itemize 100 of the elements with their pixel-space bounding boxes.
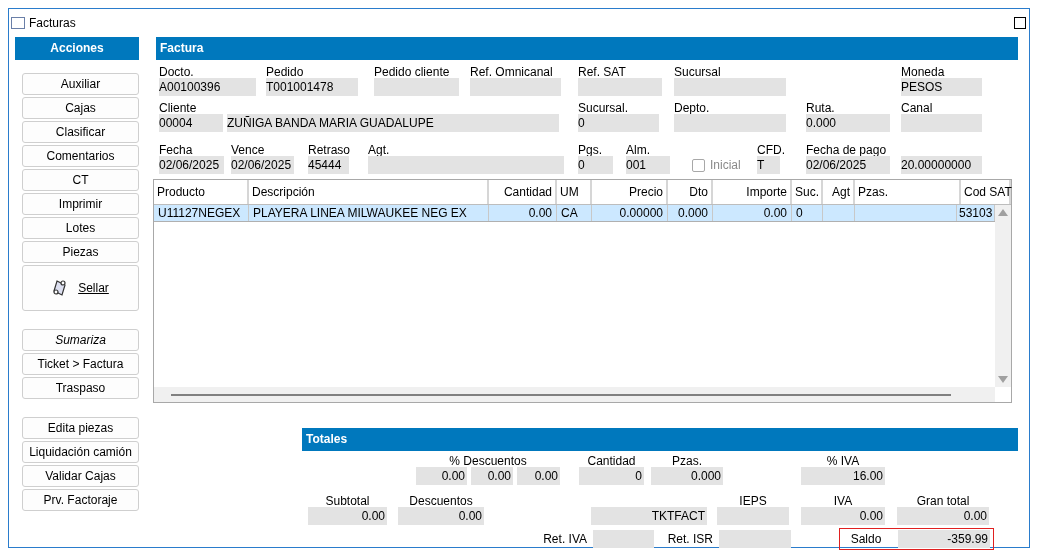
text-field[interactable]: T001001478 — [266, 78, 358, 96]
text-field[interactable]: 0 — [578, 156, 613, 174]
text-field[interactable] — [719, 530, 791, 548]
table-cell: 0 — [796, 206, 803, 220]
text-field[interactable]: 0.00 — [517, 467, 560, 485]
field-label: CFD. — [757, 143, 785, 157]
field-label: Sucursal. — [578, 101, 629, 115]
field-label: Descuentos — [409, 494, 473, 508]
text-field[interactable]: 0.000 — [806, 114, 890, 132]
action-button[interactable]: Cajas — [22, 97, 139, 119]
field-label: Pedido — [266, 65, 304, 79]
text-field[interactable] — [593, 530, 654, 548]
field-label: Retraso — [308, 143, 351, 157]
text-field[interactable]: 02/06/2025 — [231, 156, 294, 174]
action-button[interactable]: Piezas — [22, 241, 139, 263]
table-cell: CA — [561, 206, 578, 220]
field-label: Ret. IVA — [542, 532, 587, 546]
field-label: Docto. — [159, 65, 194, 79]
text-field[interactable]: ZUÑIGA BANDA MARIA GUADALUPE — [227, 114, 559, 132]
text-field[interactable]: 0 — [578, 114, 659, 132]
window-icon — [11, 17, 25, 29]
text-field[interactable] — [368, 156, 564, 174]
action-button[interactable]: Comentarios — [22, 145, 139, 167]
sellar-button[interactable]: Sellar — [22, 265, 139, 311]
field-label: % IVA — [826, 454, 860, 468]
scroll-up-icon[interactable] — [998, 209, 1008, 216]
action-button[interactable]: Auxiliar — [22, 73, 139, 95]
text-field[interactable]: 02/06/2025 — [806, 156, 890, 174]
field-label: Agt. — [368, 143, 390, 157]
field-label: % Descuentos — [449, 454, 527, 468]
field-label: Pedido cliente — [374, 65, 450, 79]
text-field[interactable] — [674, 78, 786, 96]
text-field[interactable] — [901, 114, 982, 132]
action-button[interactable]: Prv. Factoraje — [22, 489, 139, 511]
action-button[interactable]: CT — [22, 169, 139, 191]
field-label: Alm. — [626, 143, 650, 157]
field-label: IVA — [833, 494, 853, 508]
text-field[interactable]: 45444 — [308, 156, 349, 174]
scroll-down-icon[interactable] — [998, 376, 1008, 383]
text-field[interactable]: 0.00 — [471, 467, 513, 485]
text-field[interactable]: 20.00000000 — [901, 156, 982, 174]
action-button[interactable]: Lotes — [22, 217, 139, 239]
text-field[interactable] — [374, 78, 459, 96]
window-title: Facturas — [29, 16, 76, 30]
text-field[interactable] — [674, 114, 786, 132]
text-field[interactable]: 0.00 — [398, 507, 484, 525]
text-field[interactable]: TKTFACT — [591, 507, 707, 525]
action-button[interactable]: Imprimir — [22, 193, 139, 215]
text-field[interactable]: A00100396 — [159, 78, 256, 96]
table-cell: 0.00 — [528, 206, 552, 220]
table-cell: PLAYERA LINEA MILWAUKEE NEG EX — [253, 206, 467, 220]
vertical-scrollbar[interactable] — [995, 205, 1011, 387]
field-label: Ret. ISR — [666, 532, 713, 546]
text-field[interactable]: 0 — [579, 467, 644, 485]
text-field[interactable] — [578, 78, 662, 96]
text-field[interactable]: PESOS — [901, 78, 982, 96]
text-field[interactable]: 001 — [626, 156, 670, 174]
text-field[interactable]: 0.00 — [801, 507, 885, 525]
field-label: Cantidad — [587, 454, 636, 468]
field-label: Fecha — [159, 143, 193, 157]
text-field[interactable]: 0.00 — [897, 507, 989, 525]
field-label: IEPS — [739, 494, 767, 508]
maximize-button[interactable] — [1014, 17, 1026, 29]
text-field[interactable]: -359.99 — [898, 530, 990, 548]
field-label: Sucursal — [674, 65, 721, 79]
field-label: Ref. SAT — [578, 65, 626, 79]
field-label: Ruta. — [806, 101, 835, 115]
table-cell: 0.000 — [677, 206, 708, 220]
text-field[interactable]: 0.00 — [416, 467, 467, 485]
action-button[interactable]: Traspaso — [22, 377, 139, 399]
action-button[interactable]: Clasificar — [22, 121, 139, 143]
table-row[interactable]: U11127NEGEX PLAYERA LINEA MILWAUKEE NEG EX 0.00 CA 0.00000 0.000 0.00 0 53103 — [154, 205, 995, 222]
field-label: Moneda — [901, 65, 945, 79]
text-field[interactable]: 16.00 — [801, 467, 885, 485]
field-label: Saldo — [849, 532, 883, 546]
text-field[interactable]: 02/06/2025 — [159, 156, 224, 174]
field-label: Fecha de pago — [806, 143, 887, 157]
action-button[interactable]: Edita piezas — [22, 417, 139, 439]
action-button[interactable]: Ticket > Factura — [22, 353, 139, 375]
text-field[interactable]: 0.00 — [308, 507, 387, 525]
action-button[interactable]: Liquidación camión — [22, 441, 139, 463]
field-label: Pgs. — [578, 143, 602, 157]
checkbox-label: Inicial — [710, 158, 741, 172]
field-label: Canal — [901, 101, 933, 115]
field-label: Gran total — [916, 494, 970, 508]
text-field[interactable]: 00004 — [159, 114, 223, 132]
field-label: Depto. — [674, 101, 710, 115]
panel-header: Factura — [156, 37, 1018, 60]
text-field[interactable] — [470, 78, 561, 96]
panel-header: Acciones — [15, 37, 139, 60]
text-field[interactable] — [717, 507, 789, 525]
horizontal-scrollbar[interactable] — [154, 387, 995, 402]
text-field[interactable]: T — [757, 156, 780, 174]
field-label: Cliente — [159, 101, 197, 115]
table-cell: U11127NEGEX — [158, 206, 241, 220]
panel-header: Totales — [302, 428, 1018, 451]
action-button[interactable]: Validar Cajas — [22, 465, 139, 487]
text-field[interactable]: 0.000 — [651, 467, 723, 485]
field-label: Subtotal — [325, 494, 370, 508]
action-button[interactable]: Sumariza — [22, 329, 139, 351]
